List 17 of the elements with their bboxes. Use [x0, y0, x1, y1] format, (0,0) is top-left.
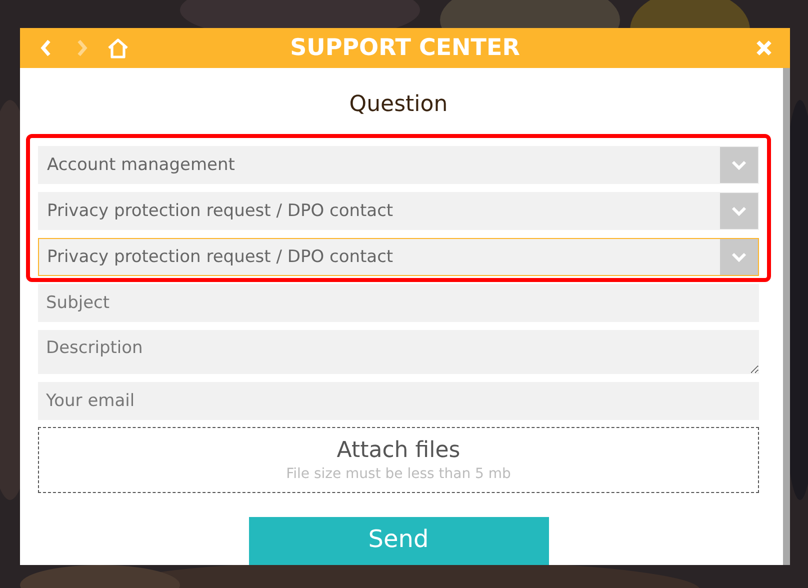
attach-files-area[interactable]: Attach files File size must be less than 5 mb — [38, 427, 759, 493]
form-title: Question — [348, 92, 449, 117]
text-field[interactable]: Subject — [38, 284, 759, 322]
caret-icon — [731, 206, 747, 216]
chevron-left-icon — [40, 39, 52, 57]
scrollbar[interactable] — [783, 68, 790, 565]
chevron-right-icon — [76, 39, 88, 57]
description-field[interactable]: Description — [38, 330, 759, 374]
category-select[interactable]: Privacy protection request / DPO contact — [38, 192, 759, 230]
close-icon — [755, 39, 773, 57]
category-select[interactable]: Privacy protection request / DPO contact — [38, 238, 759, 276]
category-select[interactable]: Account management — [38, 146, 759, 184]
caret-icon — [731, 160, 747, 170]
text-field[interactable]: Your email — [38, 382, 759, 420]
caret-icon — [731, 252, 747, 262]
home-icon — [107, 38, 129, 58]
dialog-title: SUPPORT CENTER — [290, 35, 520, 61]
